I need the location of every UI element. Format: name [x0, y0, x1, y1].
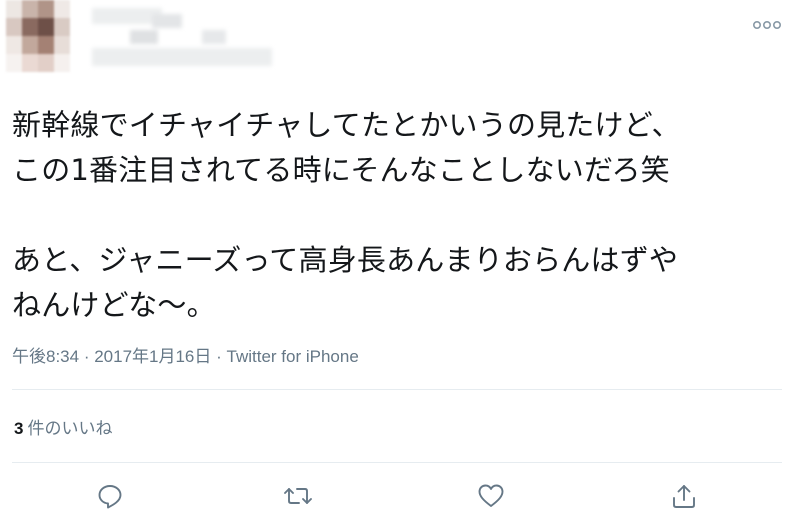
divider — [12, 389, 782, 390]
tweet-metadata: 午後8:34 · 2017年1月16日 · Twitter for iPhone — [12, 342, 359, 367]
divider — [12, 462, 782, 463]
avatar[interactable] — [6, 0, 70, 72]
reply-icon[interactable] — [96, 482, 124, 510]
likes-summary[interactable]: 3 件のいいね — [14, 414, 112, 439]
tweet-date[interactable]: 2017年1月16日 — [94, 347, 211, 366]
tweet-text-line: 新幹線でイチャイチャしてたとかいうの見たけど、 — [12, 108, 681, 142]
meta-separator: · — [211, 347, 227, 366]
tweet-text: 新幹線でイチャイチャしてたとかいうの見たけど、 この1番注目されてる時にそんなこ… — [12, 103, 782, 328]
heart-icon[interactable] — [477, 482, 505, 510]
retweet-icon[interactable] — [283, 482, 312, 510]
tweet-header — [0, 0, 788, 90]
tweet-text-line: あと、ジャニーズって高身長あんまりおらんはずや — [12, 243, 679, 277]
tweet-source[interactable]: Twitter for iPhone — [227, 347, 359, 366]
likes-count: 3 — [14, 419, 24, 438]
author-name-redacted[interactable] — [92, 8, 272, 70]
likes-label: 件のいいね — [27, 419, 113, 438]
tweet-text-line: この1番注目されてる時にそんなことしないだろ笑 — [12, 153, 670, 187]
more-icon[interactable] — [752, 16, 782, 30]
tweet-text-line: ねんけどな〜。 — [12, 288, 216, 322]
meta-separator: · — [79, 347, 95, 366]
tweet-time[interactable]: 午後8:34 — [12, 347, 79, 366]
share-icon[interactable] — [670, 482, 698, 510]
